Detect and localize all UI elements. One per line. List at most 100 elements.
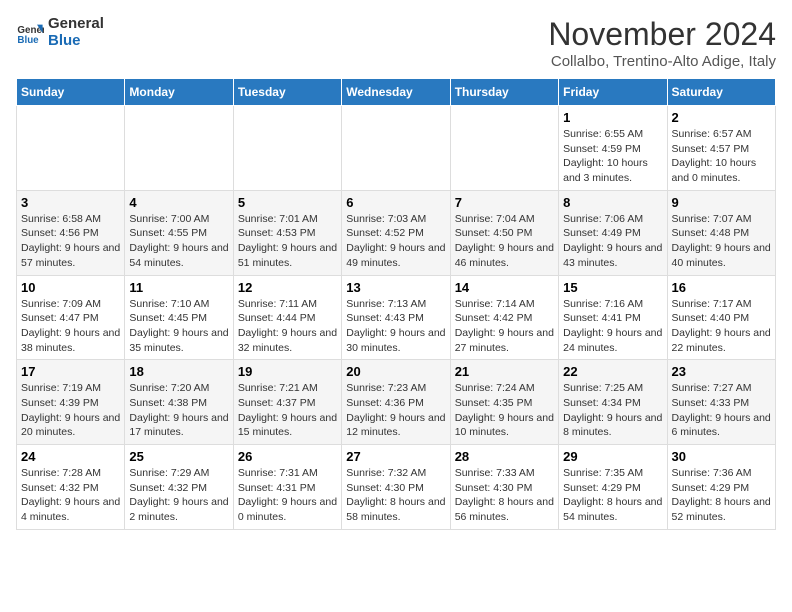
col-monday: Monday [125,79,233,106]
day-cell: 18 Sunrise: 7:20 AM Sunset: 4:38 PM Dayli… [125,360,233,445]
day-number: 19 [238,364,337,379]
day-number: 16 [672,280,771,295]
day-number: 14 [455,280,554,295]
day-info: Sunrise: 7:35 AM Sunset: 4:29 PM Dayligh… [563,466,662,525]
week-row-3: 10 Sunrise: 7:09 AM Sunset: 4:47 PM Dayli… [17,275,776,360]
day-info: Sunrise: 6:57 AM Sunset: 4:57 PM Dayligh… [672,127,771,186]
col-friday: Friday [559,79,667,106]
day-info: Sunrise: 7:17 AM Sunset: 4:40 PM Dayligh… [672,297,771,356]
calendar-table: Sunday Monday Tuesday Wednesday Thursday… [16,78,776,530]
day-cell: 30 Sunrise: 7:36 AM Sunset: 4:29 PM Dayli… [667,445,775,530]
day-cell: 29 Sunrise: 7:35 AM Sunset: 4:29 PM Dayli… [559,445,667,530]
subtitle: Collalbo, Trentino-Alto Adige, Italy [548,53,776,70]
day-cell: 23 Sunrise: 7:27 AM Sunset: 4:33 PM Dayli… [667,360,775,445]
day-cell: 25 Sunrise: 7:29 AM Sunset: 4:32 PM Dayli… [125,445,233,530]
day-info: Sunrise: 7:01 AM Sunset: 4:53 PM Dayligh… [238,212,337,271]
day-number: 8 [563,195,662,210]
day-cell: 9Sunrise: 7:07 AM Sunset: 4:48 PM Daylig… [667,190,775,275]
day-info: Sunrise: 7:28 AM Sunset: 4:32 PM Dayligh… [21,466,120,525]
day-cell: 22Sunrise: 7:25 AM Sunset: 4:34 PM Dayli… [559,360,667,445]
day-cell: 4 Sunrise: 7:00 AM Sunset: 4:55 PM Daylig… [125,190,233,275]
day-info: Sunrise: 7:03 AM Sunset: 4:52 PM Dayligh… [346,212,445,271]
day-number: 18 [129,364,228,379]
day-cell: 20 Sunrise: 7:23 AM Sunset: 4:36 PM Dayli… [342,360,450,445]
day-info: Sunrise: 7:29 AM Sunset: 4:32 PM Dayligh… [129,466,228,525]
logo-icon: General Blue [16,19,44,47]
col-thursday: Thursday [450,79,558,106]
day-cell [450,106,558,191]
day-cell: 16 Sunrise: 7:17 AM Sunset: 4:40 PM Dayli… [667,275,775,360]
day-info: Sunrise: 7:07 AM Sunset: 4:48 PM Dayligh… [672,212,771,271]
day-cell: 15 Sunrise: 7:16 AM Sunset: 4:41 PM Dayli… [559,275,667,360]
day-cell [233,106,341,191]
day-number: 27 [346,449,445,464]
day-info: Sunrise: 7:06 AM Sunset: 4:49 PM Dayligh… [563,212,662,271]
day-number: 15 [563,280,662,295]
day-number: 7 [455,195,554,210]
day-cell: 13 Sunrise: 7:13 AM Sunset: 4:43 PM Dayli… [342,275,450,360]
week-row-4: 17 Sunrise: 7:19 AM Sunset: 4:39 PM Dayli… [17,360,776,445]
day-info: Sunrise: 7:11 AM Sunset: 4:44 PM Dayligh… [238,297,337,356]
day-info: Sunrise: 7:25 AM Sunset: 4:34 PM Dayligh… [563,381,662,440]
day-cell: 21 Sunrise: 7:24 AM Sunset: 4:35 PM Dayli… [450,360,558,445]
day-number: 3 [21,195,120,210]
col-tuesday: Tuesday [233,79,341,106]
day-cell: 2 Sunrise: 6:57 AM Sunset: 4:57 PM Daylig… [667,106,775,191]
day-number: 26 [238,449,337,464]
day-info: Sunrise: 7:24 AM Sunset: 4:35 PM Dayligh… [455,381,554,440]
day-cell: 7 Sunrise: 7:04 AM Sunset: 4:50 PM Daylig… [450,190,558,275]
day-info: Sunrise: 7:04 AM Sunset: 4:50 PM Dayligh… [455,212,554,271]
logo-text-general: General [48,16,104,33]
day-info: Sunrise: 7:21 AM Sunset: 4:37 PM Dayligh… [238,381,337,440]
day-info: Sunrise: 7:00 AM Sunset: 4:55 PM Dayligh… [129,212,228,271]
day-info: Sunrise: 7:10 AM Sunset: 4:45 PM Dayligh… [129,297,228,356]
day-cell [342,106,450,191]
day-info: Sunrise: 7:23 AM Sunset: 4:36 PM Dayligh… [346,381,445,440]
header-row: Sunday Monday Tuesday Wednesday Thursday… [17,79,776,106]
day-cell: 27 Sunrise: 7:32 AM Sunset: 4:30 PM Dayli… [342,445,450,530]
day-info: Sunrise: 7:19 AM Sunset: 4:39 PM Dayligh… [21,381,120,440]
col-wednesday: Wednesday [342,79,450,106]
day-number: 13 [346,280,445,295]
day-cell: 17 Sunrise: 7:19 AM Sunset: 4:39 PM Dayli… [17,360,125,445]
week-row-5: 24Sunrise: 7:28 AM Sunset: 4:32 PM Dayli… [17,445,776,530]
day-cell: 3Sunrise: 6:58 AM Sunset: 4:56 PM Daylig… [17,190,125,275]
day-info: Sunrise: 7:31 AM Sunset: 4:31 PM Dayligh… [238,466,337,525]
day-info: Sunrise: 7:09 AM Sunset: 4:47 PM Dayligh… [21,297,120,356]
day-number: 23 [672,364,771,379]
day-number: 11 [129,280,228,295]
day-info: Sunrise: 7:16 AM Sunset: 4:41 PM Dayligh… [563,297,662,356]
day-number: 21 [455,364,554,379]
day-info: Sunrise: 7:27 AM Sunset: 4:33 PM Dayligh… [672,381,771,440]
day-cell: 1 Sunrise: 6:55 AM Sunset: 4:59 PM Daylig… [559,106,667,191]
day-info: Sunrise: 7:36 AM Sunset: 4:29 PM Dayligh… [672,466,771,525]
day-number: 25 [129,449,228,464]
day-number: 4 [129,195,228,210]
day-cell: 11 Sunrise: 7:10 AM Sunset: 4:45 PM Dayli… [125,275,233,360]
day-cell: 10 Sunrise: 7:09 AM Sunset: 4:47 PM Dayli… [17,275,125,360]
day-info: Sunrise: 7:20 AM Sunset: 4:38 PM Dayligh… [129,381,228,440]
day-number: 30 [672,449,771,464]
logo-text-blue: Blue [48,33,104,50]
day-number: 2 [672,110,771,125]
day-cell: 6Sunrise: 7:03 AM Sunset: 4:52 PM Daylig… [342,190,450,275]
page-header: General Blue General Blue November 2024 … [16,16,776,70]
day-info: Sunrise: 7:33 AM Sunset: 4:30 PM Dayligh… [455,466,554,525]
day-cell: 8 Sunrise: 7:06 AM Sunset: 4:49 PM Daylig… [559,190,667,275]
day-info: Sunrise: 7:32 AM Sunset: 4:30 PM Dayligh… [346,466,445,525]
day-number: 20 [346,364,445,379]
day-number: 29 [563,449,662,464]
day-info: Sunrise: 7:14 AM Sunset: 4:42 PM Dayligh… [455,297,554,356]
col-saturday: Saturday [667,79,775,106]
month-title: November 2024 [548,16,776,53]
day-cell [125,106,233,191]
day-cell [17,106,125,191]
day-number: 17 [21,364,120,379]
day-number: 5 [238,195,337,210]
title-section: November 2024 Collalbo, Trentino-Alto Ad… [548,16,776,70]
day-info: Sunrise: 7:13 AM Sunset: 4:43 PM Dayligh… [346,297,445,356]
day-number: 1 [563,110,662,125]
day-info: Sunrise: 6:55 AM Sunset: 4:59 PM Dayligh… [563,127,662,186]
day-number: 10 [21,280,120,295]
day-cell: 19 Sunrise: 7:21 AM Sunset: 4:37 PM Dayli… [233,360,341,445]
